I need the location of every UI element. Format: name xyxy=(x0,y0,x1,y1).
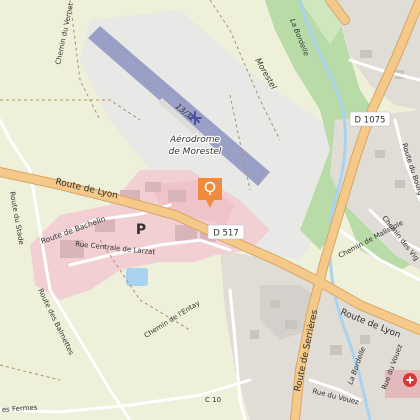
route-shield-d1075: D 1075 xyxy=(349,111,391,127)
map-view[interactable]: Aérodrome de Morestel 13/31 Morestel Rou… xyxy=(0,0,420,420)
svg-text:D 1075: D 1075 xyxy=(355,116,386,126)
label-c10: C 10 xyxy=(205,396,221,404)
label-aerodrome-line-1: Aérodrome xyxy=(169,134,221,145)
map-canvas: Aérodrome de Morestel 13/31 Morestel Rou… xyxy=(0,0,420,420)
svg-text:P: P xyxy=(136,222,146,238)
svg-text:D 517: D 517 xyxy=(213,229,238,239)
hospital-icon[interactable] xyxy=(403,373,417,387)
route-shield-d517: D 517 xyxy=(207,224,245,240)
map-pin-icon[interactable] xyxy=(196,176,224,210)
pond xyxy=(126,268,148,286)
label-aerodrome-line-2: de Morestel xyxy=(169,147,222,157)
parking-icon[interactable]: P xyxy=(136,222,146,238)
